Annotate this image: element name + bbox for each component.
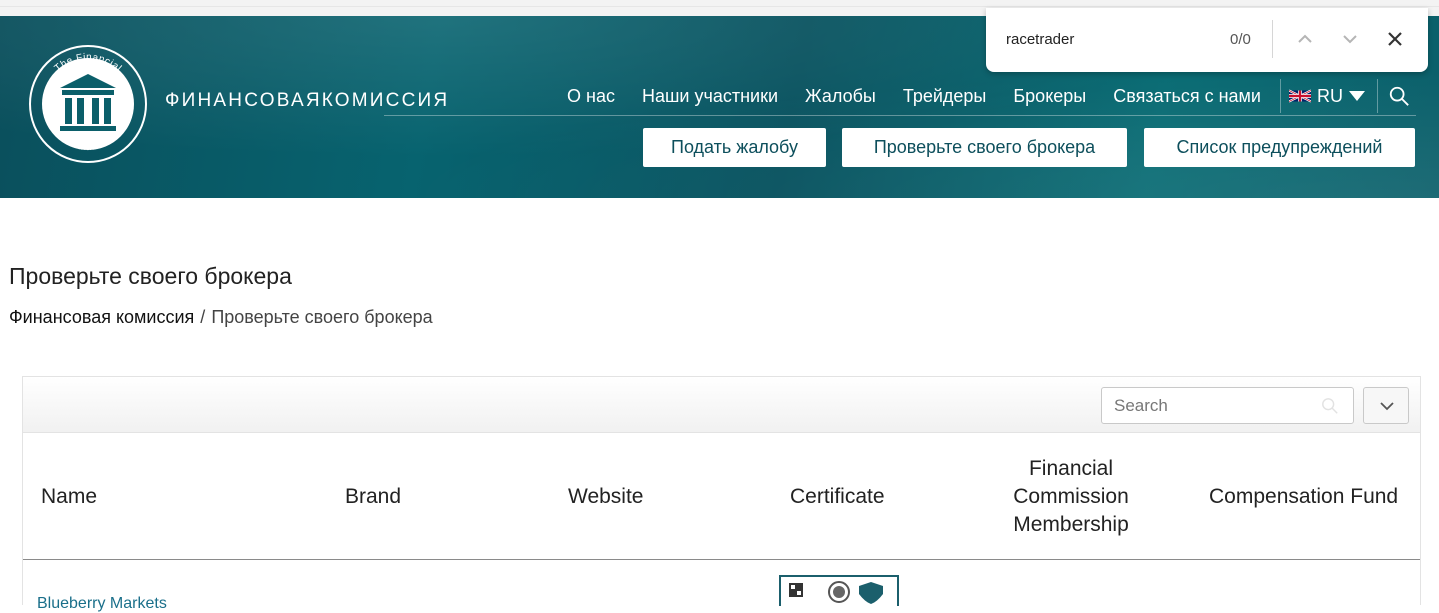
column-membership-line3: Membership bbox=[1013, 513, 1129, 536]
columns-dropdown-button[interactable] bbox=[1363, 387, 1409, 424]
column-compensation-fund[interactable]: Compensation Fund bbox=[1209, 434, 1398, 560]
chevron-down-icon[interactable] bbox=[1339, 28, 1361, 50]
search-icon[interactable] bbox=[1388, 85, 1410, 107]
column-membership[interactable]: Financial Commission Membership bbox=[983, 434, 1159, 560]
breadcrumb-separator: / bbox=[200, 307, 206, 327]
search-icon bbox=[1322, 398, 1338, 414]
uk-flag-icon bbox=[1288, 89, 1311, 103]
brand-name[interactable]: ФИНАНСОВАЯКОМИССИЯ bbox=[165, 90, 449, 112]
table-header: Name Brand Website Certificate Financial… bbox=[23, 434, 1420, 560]
table-toolbar bbox=[23, 377, 1420, 433]
nav-complaints[interactable]: Жалобы bbox=[805, 86, 876, 107]
find-in-page-bar: racetrader 0/0 bbox=[986, 8, 1428, 72]
main-nav: О нас Наши участники Жалобы Трейдеры Бро… bbox=[567, 79, 1410, 113]
certificate-badge[interactable] bbox=[779, 575, 899, 606]
page-title: Проверьте своего брокера bbox=[9, 263, 292, 289]
column-website[interactable]: Website bbox=[568, 434, 643, 560]
language-selector[interactable]: RU bbox=[1288, 85, 1365, 107]
submit-complaint-button[interactable]: Подать жалобу bbox=[643, 128, 826, 167]
column-certificate[interactable]: Certificate bbox=[790, 434, 885, 560]
nav-divider bbox=[1279, 79, 1281, 113]
breadcrumb: Финансовая комиссия / Проверьте своего бро… bbox=[9, 307, 433, 328]
nav-brokers[interactable]: Брокеры bbox=[1013, 86, 1086, 107]
find-match-count: 0/0 bbox=[1230, 31, 1251, 48]
broker-table-panel: Name Brand Website Certificate Financial… bbox=[22, 376, 1421, 612]
nav-rule bbox=[384, 115, 1416, 116]
language-code: RU bbox=[1316, 85, 1343, 106]
certificate-icons bbox=[789, 581, 883, 604]
chevron-up-icon[interactable] bbox=[1294, 28, 1316, 50]
find-divider bbox=[1272, 20, 1273, 58]
column-membership-line2: Commission bbox=[1013, 485, 1129, 508]
nav-about[interactable]: О нас bbox=[567, 86, 615, 107]
check-broker-button[interactable]: Проверьте своего брокера bbox=[842, 128, 1127, 167]
warning-list-button[interactable]: Список предупреждений bbox=[1144, 128, 1415, 167]
nav-contact[interactable]: Связаться с нами bbox=[1113, 86, 1261, 107]
find-query-input[interactable]: racetrader bbox=[1006, 31, 1074, 48]
column-brand[interactable]: Brand bbox=[345, 434, 401, 560]
nav-traders[interactable]: Трейдеры bbox=[903, 86, 987, 107]
column-membership-line1: Financial bbox=[1028, 457, 1114, 480]
breadcrumb-current: Проверьте своего брокера bbox=[211, 307, 433, 327]
nav-members[interactable]: Наши участники bbox=[642, 86, 778, 107]
broker-name-link[interactable]: Blueberry Markets bbox=[37, 595, 167, 613]
close-icon[interactable] bbox=[1384, 28, 1406, 50]
table-search-input[interactable] bbox=[1102, 388, 1302, 423]
table-search-box[interactable] bbox=[1101, 387, 1354, 424]
column-name[interactable]: Name bbox=[41, 434, 97, 560]
nav-divider-2 bbox=[1376, 79, 1378, 113]
financial-commission-logo[interactable]: The Financial Commission bbox=[28, 44, 148, 164]
caret-down-icon bbox=[1348, 91, 1365, 101]
chevron-down-icon bbox=[1380, 402, 1394, 411]
breadcrumb-home-link[interactable]: Финансовая комиссия bbox=[9, 307, 194, 327]
